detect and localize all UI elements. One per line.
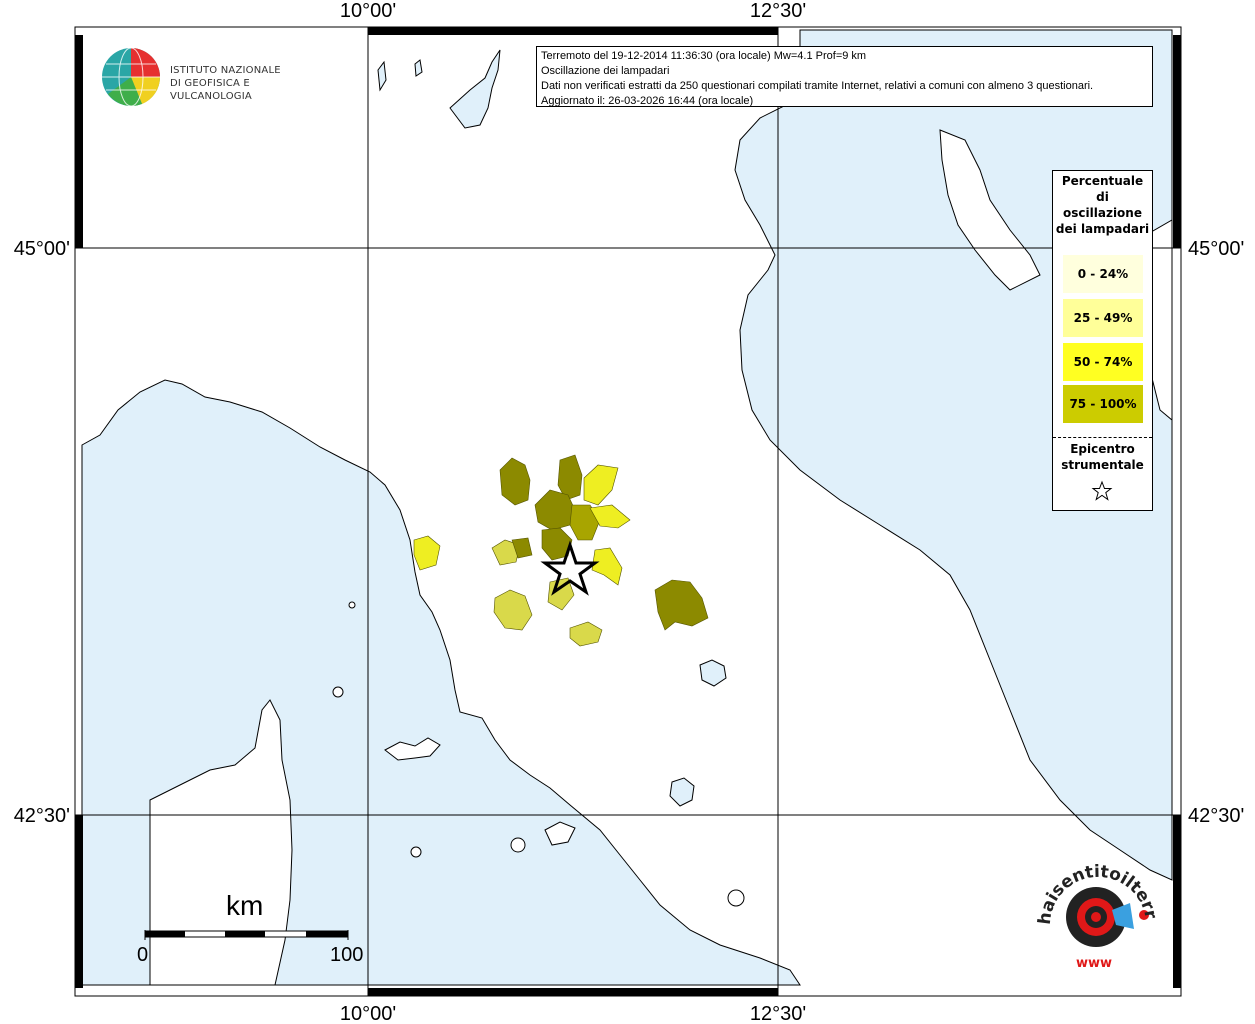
island-montecristo — [410, 846, 422, 858]
legend-class-2: 25 - 49% — [1063, 299, 1143, 337]
frame-top-bar — [368, 27, 778, 35]
watermark-url: www — [1076, 956, 1112, 971]
lat-label-left-1: 45°00' — [14, 238, 70, 260]
scale-unit: km — [226, 890, 264, 921]
scale-bar-graphic — [144, 930, 349, 940]
frame-right-bar-1 — [1173, 35, 1181, 248]
legend-class-3-label: 50 - 74% — [1073, 355, 1133, 369]
lon-label-bottom-2: 12°30' — [750, 1003, 806, 1024]
frame-left-bar-1 — [75, 35, 83, 248]
update-timestamp: Aggiornato il: 26-03-2026 16:44 (ora loc… — [541, 95, 754, 107]
scale-min: 0 — [137, 944, 149, 966]
star-icon — [1091, 480, 1113, 501]
scale-max: 100 — [330, 944, 364, 966]
legend: Percentuale di oscillazione dei lampadar… — [1052, 170, 1153, 511]
lon-label-top-1: 10°00' — [340, 0, 396, 22]
legend-title: Percentuale di oscillazione dei lampadar… — [1055, 174, 1150, 236]
island-giglio — [510, 837, 526, 853]
legend-class-4-label: 75 - 100% — [1069, 397, 1137, 411]
frame-right-bar-2 — [1173, 815, 1181, 988]
haisentito-logo: haisentitoilterremoto.it www — [1021, 840, 1170, 975]
legend-epicenter-label: Epicentro strumentale — [1061, 442, 1144, 472]
legend-class-4: 75 - 100% — [1063, 385, 1143, 423]
globe-icon — [102, 47, 161, 107]
seismic-eye-icon: haisentitoilterremoto.it www — [1021, 840, 1161, 971]
legend-class-2-label: 25 - 49% — [1073, 311, 1133, 325]
lat-label-right-1: 45°00' — [1188, 238, 1244, 260]
lat-label-right-2: 42°30' — [1188, 805, 1244, 827]
lon-label-top-2: 12°30' — [750, 0, 806, 22]
legend-class-3: 50 - 74% — [1063, 343, 1143, 381]
institute-line-1: ISTITUTO NAZIONALE — [170, 65, 281, 76]
ingv-logo: ISTITUTO NAZIONALE DI GEOFISICA E VULCAN… — [100, 46, 310, 110]
data-note: Dati non verificati estratti da 250 ques… — [541, 80, 1094, 92]
island-capraia — [332, 686, 344, 698]
legend-class-1-label: 0 - 24% — [1077, 267, 1129, 281]
lat-label-left-2: 42°30' — [14, 805, 70, 827]
island-coast — [727, 889, 745, 907]
institute-line-2: DI GEOFISICA E VULCANOLOGIA — [170, 78, 252, 102]
island-gorgona — [348, 601, 356, 609]
scale-bar: km 0 100 — [130, 890, 370, 970]
event-title: Terremoto del 19-12-2014 11:36:30 (ora l… — [541, 50, 867, 62]
event-info-box: Terremoto del 19-12-2014 11:36:30 (ora l… — [536, 46, 1153, 107]
frame-bottom-bar — [368, 988, 778, 996]
institute-name: ISTITUTO NAZIONALE DI GEOFISICA E VULCAN… — [170, 64, 310, 103]
legend-class-1: 0 - 24% — [1063, 255, 1143, 293]
map-subject: Oscillazione dei lampadari — [541, 65, 670, 77]
frame-left-bar-2 — [75, 815, 83, 988]
legend-divider — [1053, 437, 1152, 438]
lon-label-bottom-1: 10°00' — [340, 1003, 396, 1024]
